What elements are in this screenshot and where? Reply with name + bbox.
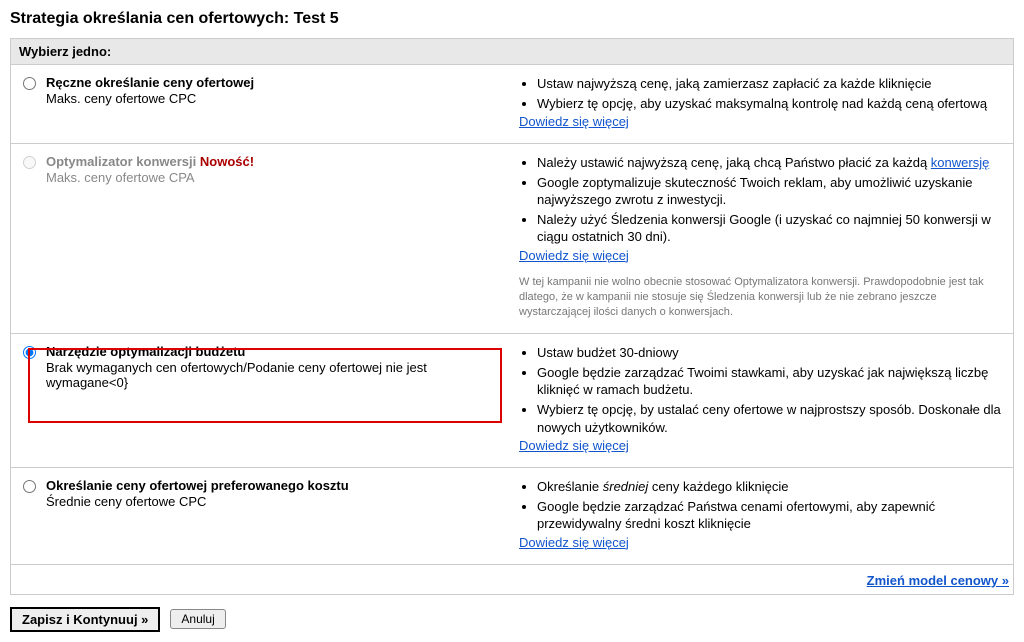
option-conversion: Optymalizator konwersji Nowość! Maks. ce… — [11, 144, 1013, 334]
option-conversion-bullet-1: Google zoptymalizuje skuteczność Twoich … — [537, 174, 1005, 209]
option-budget: Narzędzie optymalizacji budżetu Brak wym… — [11, 334, 1013, 468]
learn-more-link[interactable]: Dowiedz się więcej — [519, 248, 629, 263]
option-budget-heading: Narzędzie optymalizacji budżetu — [46, 344, 509, 359]
learn-more-link[interactable]: Dowiedz się więcej — [519, 535, 629, 550]
option-manual: Ręczne określanie ceny ofertowej Maks. c… — [11, 65, 1013, 144]
conversion-note: W tej kampanii nie wolno obecnie stosowa… — [519, 275, 1005, 320]
radio-conversion — [23, 156, 36, 169]
buttons-row: Zapisz i Kontynuuj » Anuluj — [10, 607, 1014, 632]
option-preferred-heading: Określanie ceny ofertowej preferowanego … — [46, 478, 349, 493]
option-conversion-sub: Maks. ceny ofertowe CPA — [46, 170, 254, 185]
option-conversion-heading: Optymalizator konwersji — [46, 154, 196, 169]
change-pricing-model-link[interactable]: Zmień model cenowy » — [867, 573, 1009, 588]
option-manual-heading: Ręczne określanie ceny ofertowej — [46, 75, 254, 90]
bidding-panel: Wybierz jedno: Ręczne określanie ceny of… — [10, 38, 1014, 595]
option-budget-bullet-2: Wybierz tę opcję, by ustalać ceny oferto… — [537, 401, 1005, 436]
panel-header: Wybierz jedno: — [11, 39, 1013, 65]
option-budget-bullet-0: Ustaw budżet 30-dniowy — [537, 344, 1005, 362]
option-conversion-bullet-0: Należy ustawić najwyższą cenę, jaką chcą… — [537, 154, 1005, 172]
option-preferred-sub: Średnie ceny ofertowe CPC — [46, 494, 349, 509]
conversion-link[interactable]: konwersję — [931, 155, 990, 170]
radio-preferred[interactable] — [23, 480, 36, 493]
option-budget-sub: Brak wymaganych cen ofertowych/Podanie c… — [46, 360, 509, 390]
learn-more-link[interactable]: Dowiedz się więcej — [519, 438, 629, 453]
learn-more-link[interactable]: Dowiedz się więcej — [519, 114, 629, 129]
radio-manual[interactable] — [23, 77, 36, 90]
option-budget-bullet-1: Google będzie zarządzać Twoimi stawkami,… — [537, 364, 1005, 399]
option-preferred-bullet-0: Określanie średniej ceny każdego kliknię… — [537, 478, 1005, 496]
option-conversion-bullet-2: Należy użyć Śledzenia konwersji Google (… — [537, 211, 1005, 246]
radio-budget[interactable] — [23, 346, 36, 359]
option-preferred: Określanie ceny ofertowej preferowanego … — [11, 468, 1013, 565]
cancel-button[interactable]: Anuluj — [170, 609, 225, 629]
option-manual-sub: Maks. ceny ofertowe CPC — [46, 91, 254, 106]
option-manual-bullet-0: Ustaw najwyższą cenę, jaką zamierzasz za… — [537, 75, 1005, 93]
save-continue-button[interactable]: Zapisz i Kontynuuj » — [10, 607, 160, 632]
option-manual-bullet-1: Wybierz tę opcję, aby uzyskać maksymalną… — [537, 95, 1005, 113]
page-title: Strategia określania cen ofertowych: Tes… — [10, 10, 1014, 28]
new-badge: Nowość! — [200, 154, 254, 169]
option-preferred-bullet-1: Google będzie zarządzać Państwa cenami o… — [537, 498, 1005, 533]
